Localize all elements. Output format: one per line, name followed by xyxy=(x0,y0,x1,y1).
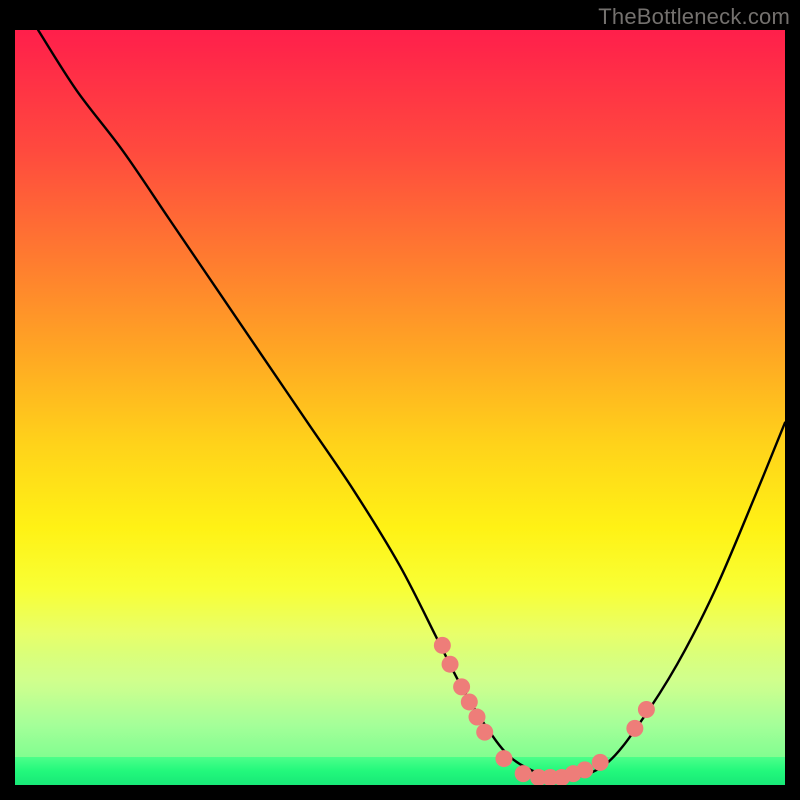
curve-line xyxy=(38,30,785,779)
data-point xyxy=(626,720,643,737)
watermark-text: TheBottleneck.com xyxy=(598,4,790,30)
chart-svg xyxy=(15,30,785,785)
data-point xyxy=(476,724,493,741)
chart-frame: TheBottleneck.com xyxy=(0,0,800,800)
data-point xyxy=(434,637,451,654)
data-point xyxy=(461,693,478,710)
data-point xyxy=(515,765,532,782)
data-point xyxy=(495,750,512,767)
data-point xyxy=(453,678,470,695)
data-markers xyxy=(434,637,655,785)
plot-area xyxy=(15,30,785,785)
data-point xyxy=(592,754,609,771)
data-point xyxy=(469,709,486,726)
data-point xyxy=(638,701,655,718)
data-point xyxy=(576,761,593,778)
data-point xyxy=(442,656,459,673)
